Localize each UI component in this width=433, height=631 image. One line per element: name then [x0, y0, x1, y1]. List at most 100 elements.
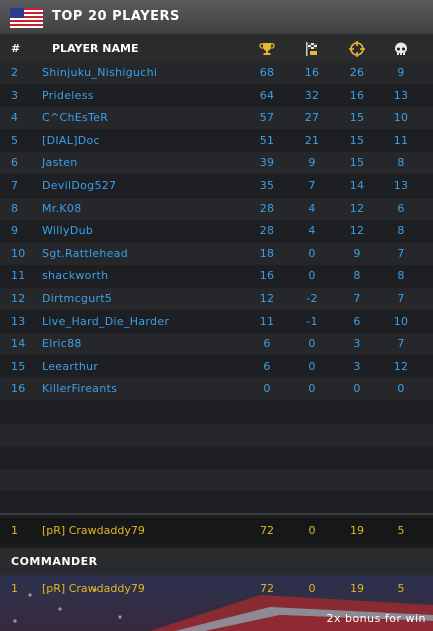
kills-cell: 0: [353, 382, 361, 396]
score-cell: 11: [259, 314, 275, 328]
rank-cell: 11: [11, 269, 26, 283]
rank-cell: 8: [11, 201, 19, 215]
empty-row: [0, 491, 433, 513]
deaths-cell: 12: [393, 359, 409, 373]
rank-column-header: #: [11, 42, 21, 55]
column-header-row: # PLAYER NAME: [0, 35, 433, 62]
kills-cell: 19: [350, 524, 364, 537]
captures-cell: 9: [308, 156, 316, 170]
deaths-cell: 7: [397, 337, 405, 351]
scoreboard-panel: TOP 20 PLAYERS # PLAYER NAME 2 Shinjuku_…: [0, 0, 433, 631]
page-title: TOP 20 PLAYERS: [52, 9, 180, 24]
deaths-cell: 6: [397, 201, 405, 215]
rank-cell: 1: [11, 524, 18, 537]
kills-cell: 7: [353, 292, 361, 305]
player-row: 4 C^ChEsTeR 57 27 15 10: [0, 107, 433, 130]
us-flag-icon: [10, 8, 43, 28]
commander-header: COMMANDER: [0, 548, 433, 575]
player-name-cell: DevilDog527: [42, 179, 117, 192]
rank-cell: 3: [11, 88, 19, 102]
score-cell: 28: [259, 224, 275, 238]
player-name-cell: [DIAL]Doc: [42, 133, 100, 147]
captures-cell: 0: [308, 382, 316, 396]
deaths-cell: 10: [393, 111, 409, 125]
empty-row: [0, 446, 433, 469]
skull-icon: [395, 42, 407, 55]
kills-cell: 3: [353, 359, 361, 373]
player-name-cell: shackworth: [42, 269, 109, 283]
score-cell: 72: [260, 524, 274, 537]
deaths-cell: 11: [393, 133, 409, 147]
player-name-cell: Jasten: [42, 156, 78, 170]
deaths-cell: 7: [397, 246, 405, 260]
player-row: 9 WillyDub 28 4 12 8: [0, 220, 433, 243]
rank-cell: 9: [11, 224, 19, 238]
empty-row: [0, 423, 433, 446]
crosshair-icon: [349, 41, 365, 57]
captures-cell: 7: [308, 179, 316, 192]
player-name-cell: WillyDub: [42, 224, 94, 238]
score-cell: 64: [259, 88, 275, 102]
kills-cell: 3: [353, 337, 361, 351]
captures-cell: 21: [304, 133, 320, 147]
deaths-cell: 8: [397, 224, 405, 238]
deaths-cell: 8: [397, 269, 405, 283]
player-name-cell: [pR] Crawdaddy79: [42, 524, 145, 537]
player-name-cell: Prideless: [42, 88, 94, 102]
kills-cell: 14: [349, 179, 365, 192]
trophy-icon: [259, 43, 275, 55]
player-row: 6 Jasten 39 9 15 8: [0, 152, 433, 175]
player-row: 14 Elric88 6 0 3 7: [0, 333, 433, 356]
deaths-cell: 10: [393, 314, 409, 328]
rank-cell: 14: [11, 337, 26, 351]
kills-cell: 15: [349, 156, 365, 170]
player-name-cell: KillerFireants: [42, 382, 118, 396]
rank-cell: 13: [11, 314, 26, 328]
score-cell: 68: [259, 66, 275, 79]
player-row: 3 Prideless 64 32 16 13: [0, 84, 433, 107]
name-column-header: PLAYER NAME: [52, 42, 139, 55]
score-cell: 28: [259, 201, 275, 215]
deaths-cell: 5: [397, 524, 405, 537]
captures-cell: 0: [308, 246, 316, 260]
kills-cell: 8: [353, 269, 361, 283]
captures-cell: 0: [308, 359, 316, 373]
kills-cell: 16: [349, 88, 365, 102]
captures-cell: 32: [304, 88, 320, 102]
rank-cell: 5: [11, 133, 19, 147]
deaths-cell: 13: [393, 88, 409, 102]
score-cell: 16: [259, 269, 275, 283]
player-name-cell: Elric88: [42, 337, 82, 351]
player-row: 15 Leearthur 6 0 3 12: [0, 355, 433, 378]
scoreboard-header: TOP 20 PLAYERS: [0, 0, 433, 35]
captures-cell: 0: [308, 582, 316, 595]
kills-cell: 6: [353, 314, 361, 328]
player-row: 11 shackworth 16 0 8 8: [0, 265, 433, 288]
score-cell: 6: [263, 359, 271, 373]
rank-cell: 10: [11, 246, 26, 260]
captures-cell: 0: [308, 337, 316, 351]
kills-cell: 15: [349, 133, 365, 147]
kills-cell: 9: [353, 246, 361, 260]
rank-cell: 1: [11, 582, 18, 595]
deaths-cell: 7: [397, 292, 405, 305]
rank-cell: 16: [11, 382, 26, 396]
captures-cell: -2: [306, 292, 318, 305]
captures-cell: -1: [306, 314, 318, 328]
captures-cell: 4: [308, 224, 316, 238]
flag-capture-icon: [306, 42, 317, 56]
score-cell: 12: [259, 292, 275, 305]
player-name-cell: Shinjuku_Nishiguchi: [42, 66, 158, 79]
commander-heading: COMMANDER: [11, 555, 98, 568]
score-cell: 39: [259, 156, 275, 170]
player-name-cell: Mr.K08: [42, 201, 82, 215]
rank-cell: 15: [11, 359, 26, 373]
captures-cell: 16: [304, 66, 320, 79]
rank-cell: 2: [11, 66, 19, 79]
score-cell: 6: [263, 337, 271, 351]
player-name-cell: Live_Hard_Die_Harder: [42, 314, 170, 328]
current-player-row: 1 [pR] Crawdaddy79 72 0 19 5: [0, 518, 433, 544]
captures-cell: 0: [308, 524, 316, 537]
captures-cell: 4: [308, 201, 316, 215]
empty-row: [0, 468, 433, 491]
